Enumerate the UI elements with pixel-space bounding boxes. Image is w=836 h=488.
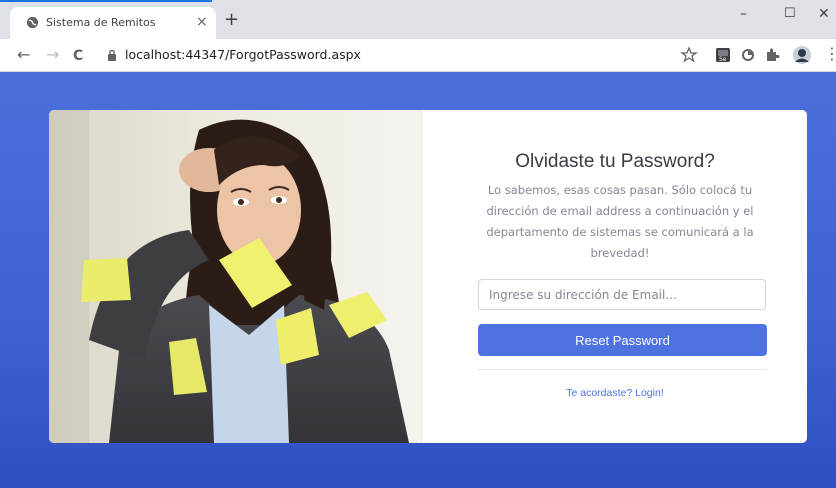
window-minimize-button[interactable]: – — [740, 6, 747, 22]
reset-password-button[interactable]: Reset Password — [478, 324, 767, 356]
new-tab-button[interactable]: + — [224, 11, 239, 29]
star-icon[interactable] — [679, 45, 699, 65]
lock-icon[interactable] — [107, 49, 117, 61]
email-input[interactable] — [478, 279, 766, 310]
browser-tab-strip: Sistema de Remitos × + – ☐ ✕ — [0, 0, 836, 39]
divider — [478, 369, 767, 370]
tab-title: Sistema de Remitos — [46, 16, 156, 29]
browser-toolbar: ← → C localhost:44347/ForgotPassword.asp… — [0, 39, 836, 72]
login-link[interactable]: Te acordaste? Login! — [423, 387, 807, 399]
globe-icon — [26, 16, 39, 29]
window-close-button[interactable]: ✕ — [818, 6, 830, 22]
back-button[interactable]: ← — [17, 46, 30, 64]
browser-menu-button[interactable]: ⋮ — [824, 45, 836, 63]
tab-strip-accent — [0, 0, 212, 2]
stressed-woman-photo — [49, 110, 423, 443]
browser-tab[interactable]: Sistema de Remitos × — [10, 7, 216, 39]
address-bar-url[interactable]: localhost:44347/ForgotPassword.aspx — [125, 47, 361, 62]
form-description: Lo sabemos, esas cosas pasan. Sólo coloc… — [486, 183, 754, 260]
profile-avatar-icon[interactable] — [792, 45, 812, 65]
circle-extension-icon[interactable] — [738, 45, 758, 65]
puzzle-extensions-icon[interactable] — [763, 45, 783, 65]
tab-close-icon[interactable]: × — [196, 13, 208, 31]
window-maximize-button[interactable]: ☐ — [784, 6, 796, 21]
forgot-password-card: Olvidaste tu Password? Lo sabemos, esas … — [49, 110, 807, 443]
forward-button[interactable]: → — [46, 46, 59, 64]
page-title: Olvidaste tu Password? — [515, 151, 715, 172]
svg-text:Se: Se — [719, 56, 727, 63]
reset-form-panel: Olvidaste tu Password? Lo sabemos, esas … — [423, 110, 807, 443]
reload-button[interactable]: C — [73, 47, 83, 65]
page-background: Olvidaste tu Password? Lo sabemos, esas … — [0, 72, 836, 488]
selenium-extension-icon[interactable]: Se — [713, 45, 733, 65]
